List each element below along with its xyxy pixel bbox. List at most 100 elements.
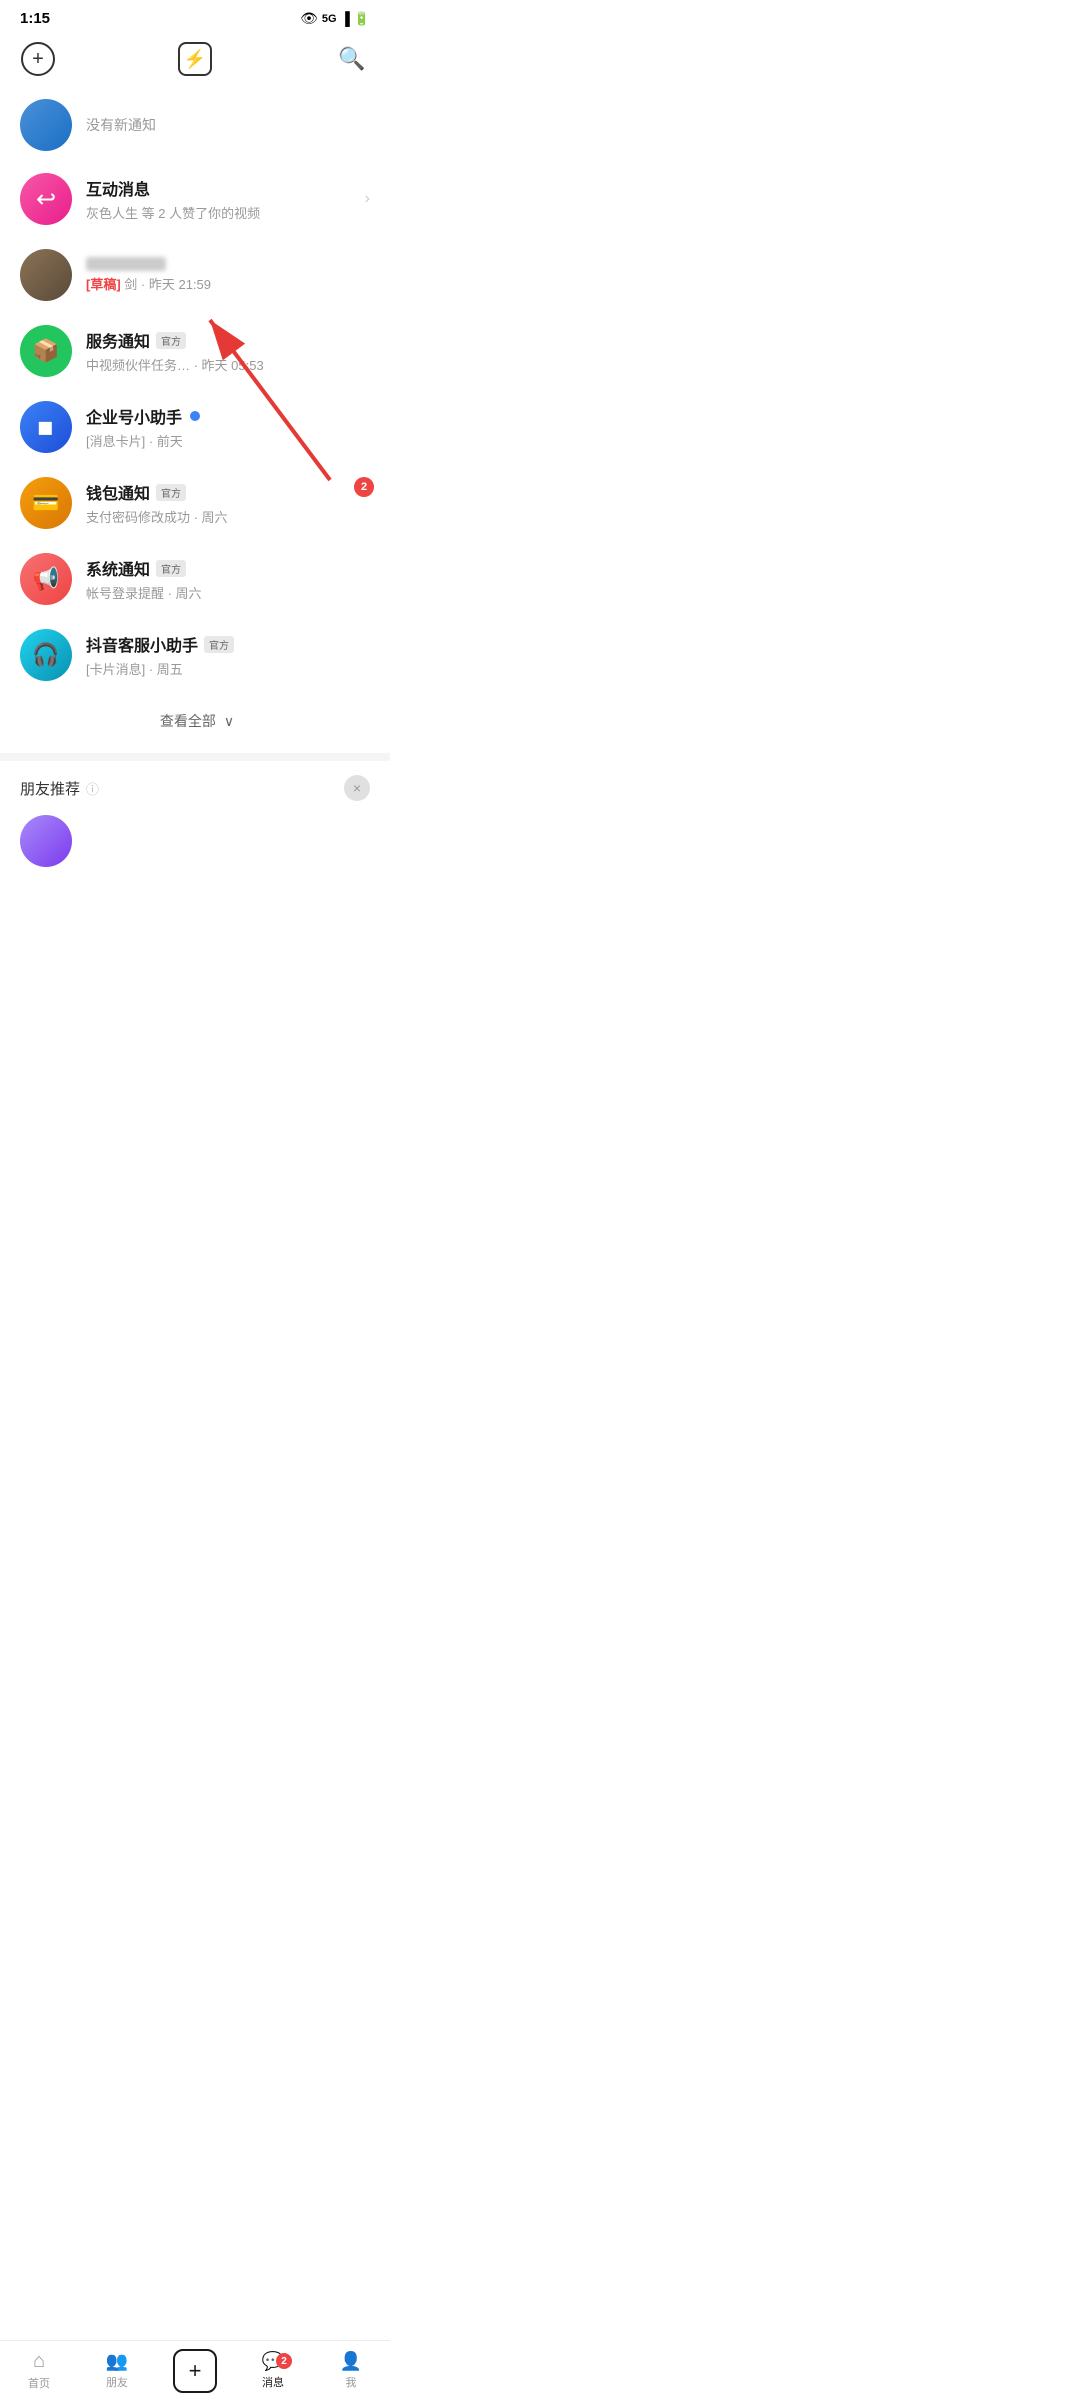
friend-recommend-section: 朋友推荐 ⓘ × bbox=[0, 761, 390, 815]
friend-recommend-info-icon: ⓘ bbox=[86, 779, 99, 798]
lightning-button[interactable]: ⚡ bbox=[177, 41, 213, 77]
qianbao-subtitle: 支付密码修改成功 · 周六 bbox=[86, 507, 370, 526]
qiye-icon: ◆ bbox=[29, 410, 63, 444]
messages-label: 消息 bbox=[262, 2374, 284, 2390]
hudong-icon: ↩ bbox=[36, 185, 56, 214]
qianbao-avatar: 💳 bbox=[20, 477, 72, 529]
hudong-title-row: 互动消息 bbox=[86, 176, 347, 200]
message-row-xitong[interactable]: 📢 系统通知 官方 帐号登录提醒 · 周六 bbox=[0, 541, 390, 617]
message-row-fuwu[interactable]: 📦 服务通知 官方 中视频伙伴任务… · 昨天 05:53 bbox=[0, 313, 390, 389]
xitong-icon: 📢 bbox=[32, 566, 59, 592]
draft-content: [草稿] 剑 · 昨天 21:59 bbox=[86, 257, 370, 293]
qianbao-official-badge: 官方 bbox=[156, 484, 186, 501]
xitong-title-row: 系统通知 官方 bbox=[86, 556, 370, 580]
messages-badge: 2 bbox=[276, 2353, 292, 2369]
no-new-text: 没有新通知 bbox=[86, 115, 156, 135]
xitong-official-badge: 官方 bbox=[156, 560, 186, 577]
friend-avatars-row bbox=[0, 815, 390, 887]
battery-icon: 🔋 bbox=[354, 11, 370, 27]
signal-5g-icon: 5G bbox=[322, 13, 337, 25]
message-row-kefu[interactable]: 🎧 抖音客服小助手 官方 [卡片消息] · 周五 bbox=[0, 617, 390, 693]
qianbao-title: 钱包通知 bbox=[86, 480, 150, 504]
message-row-draft[interactable]: [草稿] 剑 · 昨天 21:59 bbox=[0, 237, 390, 313]
kefu-icon: 🎧 bbox=[32, 642, 59, 668]
message-row-qianbao[interactable]: 💳 钱包通知 官方 支付密码修改成功 · 周六 2 bbox=[0, 465, 390, 541]
eye-icon: 👁 bbox=[300, 10, 318, 27]
qianbao-title-row: 钱包通知 官方 bbox=[86, 480, 370, 504]
add-button[interactable]: + bbox=[20, 41, 56, 77]
friend-recommend-close-button[interactable]: × bbox=[344, 775, 370, 801]
bottom-nav: ⌂ 首页 👥 朋友 + 💬 消息 2 👤 我 bbox=[0, 2340, 390, 2400]
fuwu-title: 服务通知 bbox=[86, 328, 150, 352]
search-button[interactable]: 🔍 bbox=[334, 41, 370, 77]
view-all-button[interactable]: 查看全部 ∨ bbox=[0, 693, 390, 753]
friend-recommend-title: 朋友推荐 ⓘ bbox=[20, 778, 99, 799]
kefu-title: 抖音客服小助手 bbox=[86, 632, 198, 656]
hudong-title: 互动消息 bbox=[86, 176, 150, 200]
nav-item-me[interactable]: 👤 我 bbox=[312, 2351, 390, 2390]
chevron-right-icon: › bbox=[365, 190, 370, 208]
xitong-title: 系统通知 bbox=[86, 556, 150, 580]
qianbao-content: 钱包通知 官方 支付密码修改成功 · 周六 bbox=[86, 480, 370, 526]
fuwu-content: 服务通知 官方 中视频伙伴任务… · 昨天 05:53 bbox=[86, 328, 370, 374]
draft-user-name-blurred bbox=[86, 257, 166, 271]
qiye-title-row: 企业号小助手 bbox=[86, 404, 370, 428]
signal-bars-icon: ▐ bbox=[341, 11, 350, 26]
notification-avatar-top bbox=[20, 99, 72, 151]
fuwu-title-row: 服务通知 官方 bbox=[86, 328, 370, 352]
draft-text: 剑 · 昨天 21:59 bbox=[124, 277, 211, 292]
nav-item-friends[interactable]: 👥 朋友 bbox=[78, 2351, 156, 2390]
hudong-avatar: ↩ bbox=[20, 173, 72, 225]
qiye-avatar: ◆ bbox=[20, 401, 72, 453]
fuwu-avatar: 📦 bbox=[20, 325, 72, 377]
fuwu-subtitle: 中视频伙伴任务… · 昨天 05:53 bbox=[86, 355, 370, 374]
search-icon: 🔍 bbox=[338, 46, 365, 72]
fuwu-icon: 📦 bbox=[32, 338, 59, 364]
message-row-qiye[interactable]: ◆ 企业号小助手 [消息卡片] · 前天 bbox=[0, 389, 390, 465]
qiye-content: 企业号小助手 [消息卡片] · 前天 bbox=[86, 404, 370, 450]
draft-subtitle: [草稿] 剑 · 昨天 21:59 bbox=[86, 274, 370, 293]
nav-item-messages[interactable]: 💬 消息 2 bbox=[234, 2351, 312, 2390]
xitong-subtitle: 帐号登录提醒 · 周六 bbox=[86, 583, 370, 602]
kefu-content: 抖音客服小助手 官方 [卡片消息] · 周五 bbox=[86, 632, 370, 678]
friend-avatar-item bbox=[20, 815, 72, 867]
hudong-subtitle: 灰色人生 等 2 人赞了你的视频 bbox=[86, 203, 347, 222]
me-label: 我 bbox=[346, 2374, 357, 2390]
fuwu-official-badge: 官方 bbox=[156, 332, 186, 349]
hudong-content: 互动消息 灰色人生 等 2 人赞了你的视频 bbox=[86, 176, 347, 222]
nav-item-home[interactable]: ⌂ 首页 bbox=[0, 2350, 78, 2391]
add-circle-icon: + bbox=[21, 42, 55, 76]
home-icon: ⌂ bbox=[33, 2350, 45, 2373]
nav-item-plus[interactable]: + bbox=[156, 2349, 234, 2393]
qiye-new-badge bbox=[190, 411, 200, 421]
plus-center-button[interactable]: + bbox=[173, 2349, 217, 2393]
lightning-icon: ⚡ bbox=[178, 42, 212, 76]
kefu-subtitle: [卡片消息] · 周五 bbox=[86, 659, 370, 678]
friend-recommend-label: 朋友推荐 bbox=[20, 778, 80, 799]
message-row-hudong[interactable]: ↩ 互动消息 灰色人生 等 2 人赞了你的视频 › bbox=[0, 161, 390, 237]
qianbao-unread-badge: 2 bbox=[354, 477, 374, 497]
qiye-title: 企业号小助手 bbox=[86, 404, 182, 428]
xitong-content: 系统通知 官方 帐号登录提醒 · 周六 bbox=[86, 556, 370, 602]
friends-label: 朋友 bbox=[106, 2374, 128, 2390]
no-new-notification-row: 没有新通知 bbox=[0, 89, 390, 161]
status-time: 1:15 bbox=[20, 10, 50, 27]
friend-avatar-circle bbox=[20, 815, 72, 867]
friends-icon: 👥 bbox=[106, 2351, 128, 2372]
kefu-title-row: 抖音客服小助手 官方 bbox=[86, 632, 370, 656]
close-icon: × bbox=[353, 780, 361, 796]
xitong-avatar: 📢 bbox=[20, 553, 72, 605]
draft-title-row bbox=[86, 257, 370, 271]
home-label: 首页 bbox=[28, 2375, 50, 2391]
view-all-chevron: ∨ bbox=[224, 713, 234, 729]
section-divider bbox=[0, 753, 390, 761]
kefu-official-badge: 官方 bbox=[204, 636, 234, 653]
draft-user-avatar bbox=[20, 249, 72, 301]
qianbao-icon: 💳 bbox=[32, 490, 59, 516]
top-nav: + ⚡ 🔍 bbox=[0, 33, 390, 89]
status-icons: 👁 5G ▐ 🔋 bbox=[300, 10, 370, 27]
notification-list: 没有新通知 ↩ 互动消息 灰色人生 等 2 人赞了你的视频 › [草稿] 剑 ·… bbox=[0, 89, 390, 693]
plus-icon: + bbox=[189, 2358, 202, 2384]
draft-tag: [草稿] bbox=[86, 277, 121, 292]
status-bar: 1:15 👁 5G ▐ 🔋 bbox=[0, 0, 390, 33]
